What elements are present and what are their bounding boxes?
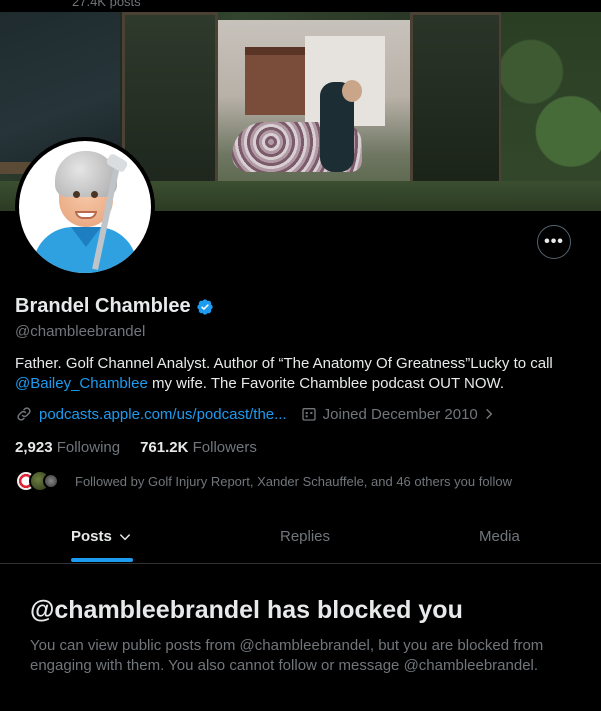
calendar-icon xyxy=(301,408,316,421)
followed-by[interactable]: Followed by Golf Injury Report, Xander S… xyxy=(15,470,512,492)
follower-avatar xyxy=(43,473,59,489)
banner-house xyxy=(245,47,305,115)
banner-window-right xyxy=(410,12,502,202)
chevron-down-icon xyxy=(119,533,131,540)
active-tab-indicator xyxy=(71,558,133,562)
followed-by-text: Followed by Golf Injury Report, Xander S… xyxy=(75,473,512,489)
more-button[interactable]: ••• xyxy=(537,225,571,259)
tab-posts[interactable]: Posts xyxy=(71,510,132,563)
posts-count: 27.4K posts xyxy=(72,0,141,9)
avatar-image xyxy=(19,141,151,273)
profile-stats: 2,923 Following 761.2K Followers xyxy=(15,439,257,456)
profile-handle: @chambleebrandel xyxy=(15,323,146,340)
following-link[interactable]: 2,923 Following xyxy=(15,439,120,456)
followers-label: Followers xyxy=(192,439,257,456)
more-icon: ••• xyxy=(544,233,564,250)
banner-head xyxy=(342,80,362,102)
link-icon xyxy=(17,407,31,421)
memoji-eye-left xyxy=(73,191,80,198)
chevron-right-icon[interactable] xyxy=(482,407,496,421)
tab-media[interactable]: Media xyxy=(479,510,520,563)
blocked-description: You can view public posts from @chamblee… xyxy=(30,637,544,674)
avatar[interactable] xyxy=(15,137,155,277)
tab-replies-label: Replies xyxy=(280,528,331,545)
profile-meta: podcasts.apple.com/us/podcast/the... Joi… xyxy=(15,405,496,423)
bio-text-end: my wife. The Favorite Chamblee podcast O… xyxy=(147,375,505,392)
joined-date: Joined December 2010 xyxy=(322,405,478,423)
tab-replies[interactable]: Replies xyxy=(280,510,330,563)
profile-tabs: Posts Replies Media xyxy=(0,510,601,564)
display-name: Brandel Chamblee xyxy=(15,295,191,317)
website-link[interactable]: podcasts.apple.com/us/podcast/the... xyxy=(39,406,287,423)
tab-media-label: Media xyxy=(479,528,520,545)
profile-name: Brandel Chamblee xyxy=(15,295,214,318)
profile-bio: Father. Golf Channel Analyst. Author of … xyxy=(15,354,585,394)
memoji-eye-right xyxy=(91,191,98,198)
verified-badge-icon[interactable] xyxy=(196,298,214,316)
tab-posts-label: Posts xyxy=(71,528,112,545)
following-label: Following xyxy=(56,439,121,456)
following-count: 2,923 xyxy=(15,439,53,456)
bio-mention-link[interactable]: @Bailey_Chamblee xyxy=(15,375,148,392)
followers-count: 761.2K xyxy=(140,439,189,456)
bio-text: Father. Golf Channel Analyst. Author of … xyxy=(15,355,553,372)
followers-link[interactable]: 761.2K Followers xyxy=(140,439,257,456)
blocked-title: @chambleebrandel has blocked you xyxy=(30,596,463,624)
